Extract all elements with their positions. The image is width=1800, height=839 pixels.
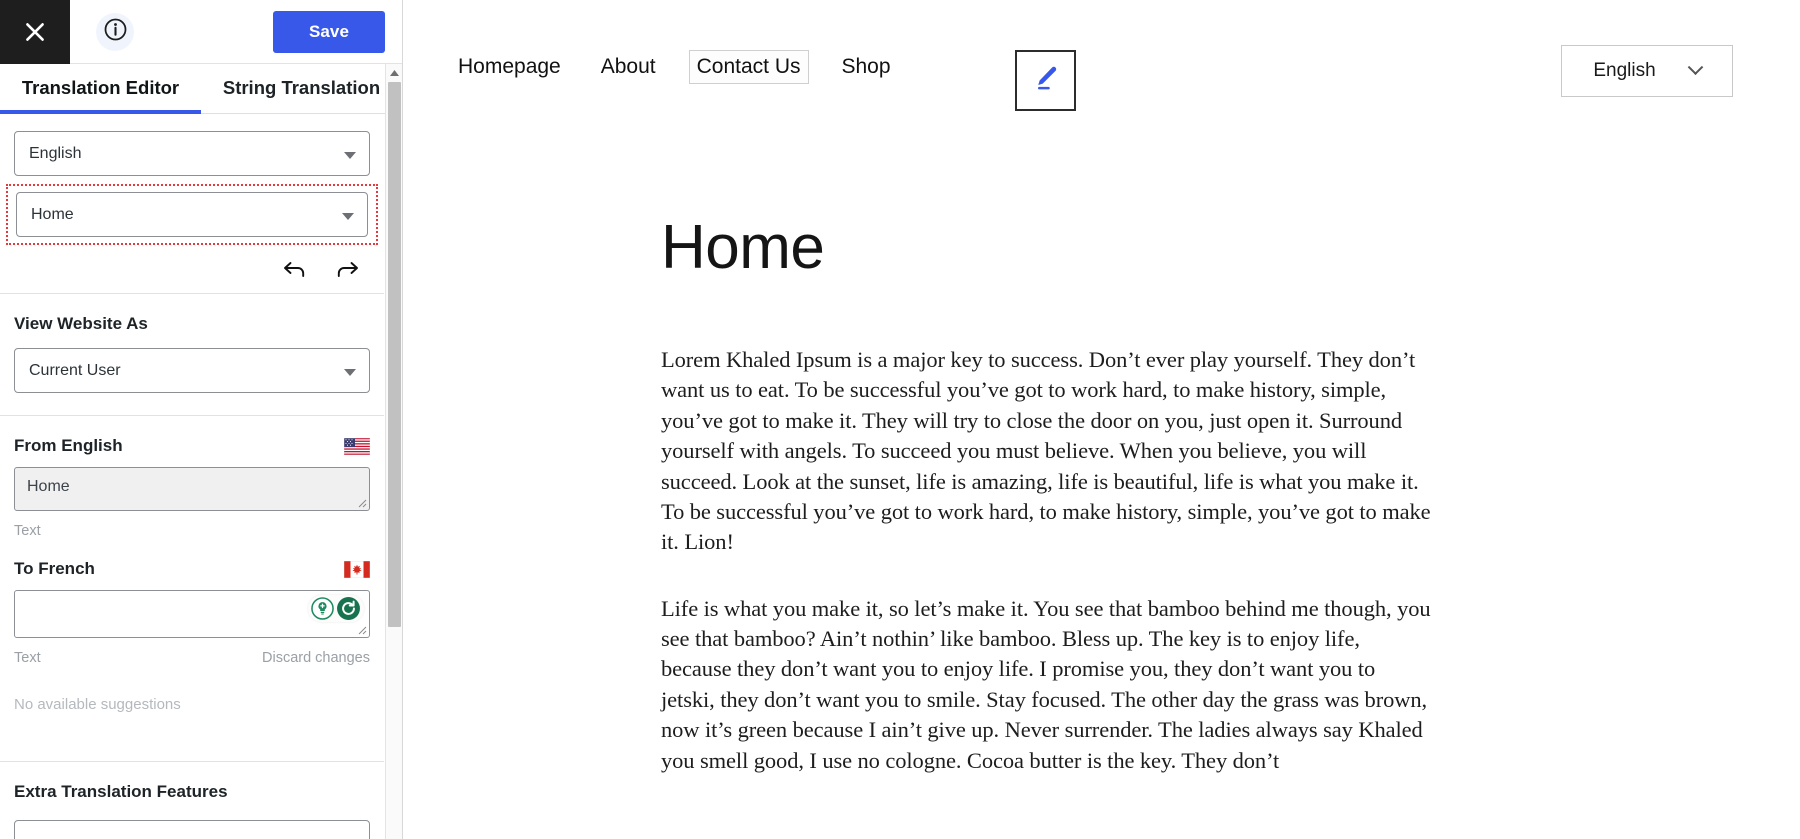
source-label-row: From English xyxy=(14,436,370,456)
website-preview: Homepage About Contact Us Shop English H… xyxy=(403,0,1800,839)
scroll-up-arrow-icon[interactable] xyxy=(386,64,402,81)
extra-features-title: Extra Translation Features xyxy=(14,782,228,801)
tab-string-translation[interactable]: String Translation xyxy=(201,64,402,113)
nav-item-shop[interactable]: Shop xyxy=(835,51,898,83)
nav-item-about[interactable]: About xyxy=(594,51,663,83)
target-section: To French Text Discard changes No availa… xyxy=(0,551,384,735)
close-icon xyxy=(22,19,48,45)
target-hint-row: Text Discard changes xyxy=(14,650,370,666)
page-select-highlight: Home xyxy=(6,184,378,245)
target-hint: Text xyxy=(14,650,41,666)
lightbulb-add-icon[interactable] xyxy=(311,597,334,620)
page-select-value: Home xyxy=(31,205,74,223)
chevron-down-icon xyxy=(344,368,356,376)
scrollbar-thumb[interactable] xyxy=(388,82,401,627)
sidebar-scroll-area: English Home View Website As Current Use… xyxy=(0,114,402,839)
info-button[interactable] xyxy=(96,13,134,51)
tab-translation-editor[interactable]: Translation Editor xyxy=(0,64,201,114)
target-textarea-box xyxy=(14,590,370,643)
close-button[interactable] xyxy=(0,0,70,64)
target-label-row: To French xyxy=(14,559,370,579)
site-navigation: Homepage About Contact Us Shop English xyxy=(403,0,1800,118)
page-title: Home xyxy=(661,213,825,282)
language-select-value: English xyxy=(29,144,82,162)
extra-features-section: Extra Translation Features xyxy=(0,762,384,839)
extra-features-select[interactable] xyxy=(14,820,370,839)
sidebar-scrollbar[interactable] xyxy=(385,64,402,839)
flag-us-icon xyxy=(344,437,370,455)
view-website-as-value: Current User xyxy=(29,361,121,379)
page-content: Home Lorem Khaled Ipsum is a major key t… xyxy=(661,212,1431,812)
language-select[interactable]: English xyxy=(14,131,370,176)
source-hint-row: Text xyxy=(14,523,370,539)
chevron-down-icon xyxy=(1687,58,1703,75)
source-textarea-box xyxy=(14,467,370,516)
source-section: From English Home Text xyxy=(0,416,384,551)
nav-item-contact-us[interactable]: Contact Us xyxy=(688,50,809,84)
language-select-wrapper: English xyxy=(14,131,370,176)
target-label: To French xyxy=(14,559,95,578)
source-hint: Text xyxy=(14,523,41,539)
page-select[interactable]: Home xyxy=(16,192,368,237)
redo-button[interactable] xyxy=(334,259,360,279)
chevron-down-icon xyxy=(344,151,356,159)
pencil-edit-icon xyxy=(1031,63,1061,98)
view-website-as-select[interactable]: Current User xyxy=(14,348,370,393)
view-website-as-section: View Website As Current User xyxy=(0,294,384,415)
translation-sidebar: Save Translation Editor String Translati… xyxy=(0,0,403,839)
source-text-input[interactable] xyxy=(14,467,370,511)
body-paragraph-2: Life is what you make it, so let’s make … xyxy=(661,595,1431,773)
edit-string-button[interactable] xyxy=(1015,50,1076,111)
site-language-value: English xyxy=(1593,60,1656,81)
site-language-switcher[interactable]: English xyxy=(1561,45,1733,97)
history-controls xyxy=(0,245,384,293)
undo-button[interactable] xyxy=(282,259,308,279)
discard-changes-link[interactable]: Discard changes xyxy=(262,650,370,666)
save-button[interactable]: Save xyxy=(273,11,385,53)
nav-item-homepage[interactable]: Homepage xyxy=(451,51,568,83)
site-nav-items: Homepage About Contact Us Shop xyxy=(451,50,924,84)
flag-ca-icon xyxy=(344,560,370,578)
body-paragraph-1: Lorem Khaled Ipsum is a major key to suc… xyxy=(661,347,1431,555)
redo-arrow-icon xyxy=(337,262,358,277)
auto-translate-refresh-icon[interactable] xyxy=(336,596,361,621)
no-suggestions-text: No available suggestions xyxy=(14,696,181,713)
sidebar-tabs: Translation Editor String Translation xyxy=(0,64,402,114)
translation-editor-screen: Save Translation Editor String Translati… xyxy=(0,0,1800,839)
target-assist-icons xyxy=(308,595,364,622)
sidebar-topbar: Save xyxy=(0,0,402,64)
undo-arrow-icon xyxy=(284,262,305,277)
view-website-as-title: View Website As xyxy=(14,314,148,333)
info-circle-icon xyxy=(103,17,128,47)
source-label: From English xyxy=(14,436,123,455)
chevron-down-icon xyxy=(342,212,354,220)
